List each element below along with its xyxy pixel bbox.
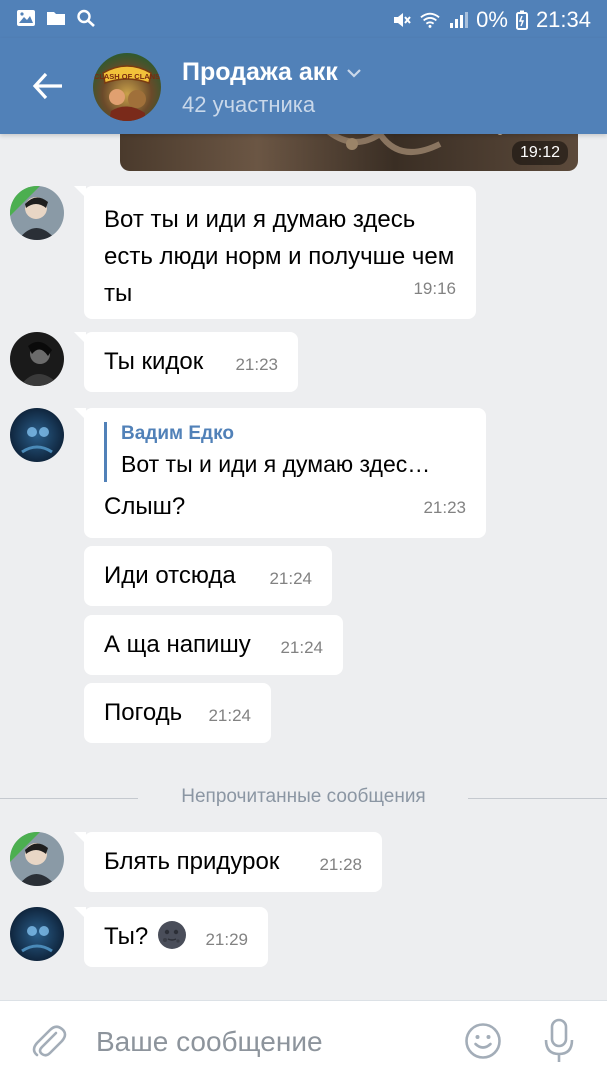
message-text: Иди отсюда: [104, 562, 236, 589]
message-text: Погодь: [104, 699, 183, 726]
sender-avatar[interactable]: [10, 832, 64, 886]
smile-icon[interactable]: [464, 1022, 502, 1060]
battery-percent: 0%: [476, 7, 508, 32]
search-icon: [77, 9, 95, 27]
status-time: 21:34: [535, 7, 591, 32]
divider-line: [468, 798, 607, 799]
message-text: Ты?: [104, 923, 149, 950]
status-bar: 0% 21:34: [0, 0, 607, 38]
chat-title[interactable]: Продажа акк: [182, 58, 362, 87]
sender-avatar[interactable]: [10, 408, 64, 462]
message-bubble[interactable]: Погодь 21:24: [84, 683, 271, 743]
svg-text:CLASH OF CLANS: CLASH OF CLANS: [94, 72, 160, 81]
wifi-icon: [420, 12, 440, 28]
new-moon-face-icon: [157, 921, 186, 949]
message-bubble[interactable]: Ты кидок 21:23: [74, 332, 298, 392]
message-text: А ща напишу: [104, 631, 251, 658]
photo-attachment[interactable]: 19:12: [120, 134, 578, 171]
folder-icon: [47, 12, 65, 25]
message-list[interactable]: 19:12 Вот ты и иди я думаю здесь есть лю…: [0, 134, 607, 1000]
message-time: 21:23: [423, 498, 466, 517]
message-text: Слыш?: [104, 493, 186, 520]
reply-quote[interactable]: Вадим Едко Вот ты и иди я думаю здес…: [104, 422, 466, 482]
user-photo: [10, 332, 64, 386]
chevron-down-icon: [346, 68, 361, 78]
message-time: 21:29: [205, 930, 248, 949]
back-arrow-icon[interactable]: [30, 68, 66, 104]
message-bubble[interactable]: Вот ты и иди я думаю здесь есть люди нор…: [74, 186, 476, 319]
message-text: Блять придурок: [104, 848, 280, 875]
message-time: 21:28: [319, 855, 362, 874]
sender-avatar[interactable]: [10, 186, 64, 240]
message-time: 19:16: [413, 279, 456, 298]
message-time: 21:24: [208, 706, 251, 725]
message-composer: Ваше сообщение: [0, 1000, 607, 1080]
chat-title-text: Продажа акк: [182, 58, 338, 86]
message-bubble[interactable]: Иди отсюда 21:24: [84, 546, 332, 606]
unread-divider: Непрочитанные сообщения: [0, 786, 607, 810]
microphone-icon[interactable]: [542, 1018, 576, 1064]
chat-avatar[interactable]: CLASH OF CLANS: [93, 53, 161, 121]
paperclip-icon[interactable]: [28, 1021, 68, 1061]
message-bubble[interactable]: А ща напишу 21:24: [84, 615, 343, 675]
message-bubble-with-reply[interactable]: Вадим Едко Вот ты и иди я думаю здес… Сл…: [74, 408, 486, 538]
unread-label: Непрочитанные сообщения: [181, 786, 426, 807]
message-time: 21:23: [235, 355, 278, 374]
image-icon: [17, 10, 35, 26]
user-photo: [10, 907, 64, 961]
message-time: 21:24: [280, 638, 323, 657]
photo-content: [327, 134, 503, 155]
message-time: 21:24: [269, 569, 312, 588]
sender-avatar[interactable]: [10, 332, 64, 386]
signal-icon: [450, 12, 469, 28]
photo-time: 19:12: [511, 141, 568, 165]
message-bubble[interactable]: Ты? 21:29: [74, 907, 268, 967]
battery-icon: [515, 10, 528, 30]
chat-members-count: 42 участника: [182, 92, 316, 117]
reply-text: Вот ты и иди я думаю здес…: [121, 451, 431, 477]
mute-icon: [394, 13, 411, 27]
message-text: Ты кидок: [104, 348, 204, 375]
sender-avatar[interactable]: [10, 907, 64, 961]
user-photo: [10, 186, 64, 240]
chat-header: CLASH OF CLANS Продажа акк 42 участника: [0, 38, 607, 134]
clash-of-clans-logo: CLASH OF CLANS: [93, 53, 161, 121]
message-text: Вот ты и иди я думаю здесь есть люди нор…: [104, 206, 455, 307]
message-input[interactable]: Ваше сообщение: [96, 1026, 323, 1058]
message-bubble[interactable]: Блять придурок 21:28: [74, 832, 382, 892]
user-photo: [10, 408, 64, 462]
user-photo: [10, 832, 64, 886]
reply-author: Вадим Едко: [121, 423, 234, 444]
